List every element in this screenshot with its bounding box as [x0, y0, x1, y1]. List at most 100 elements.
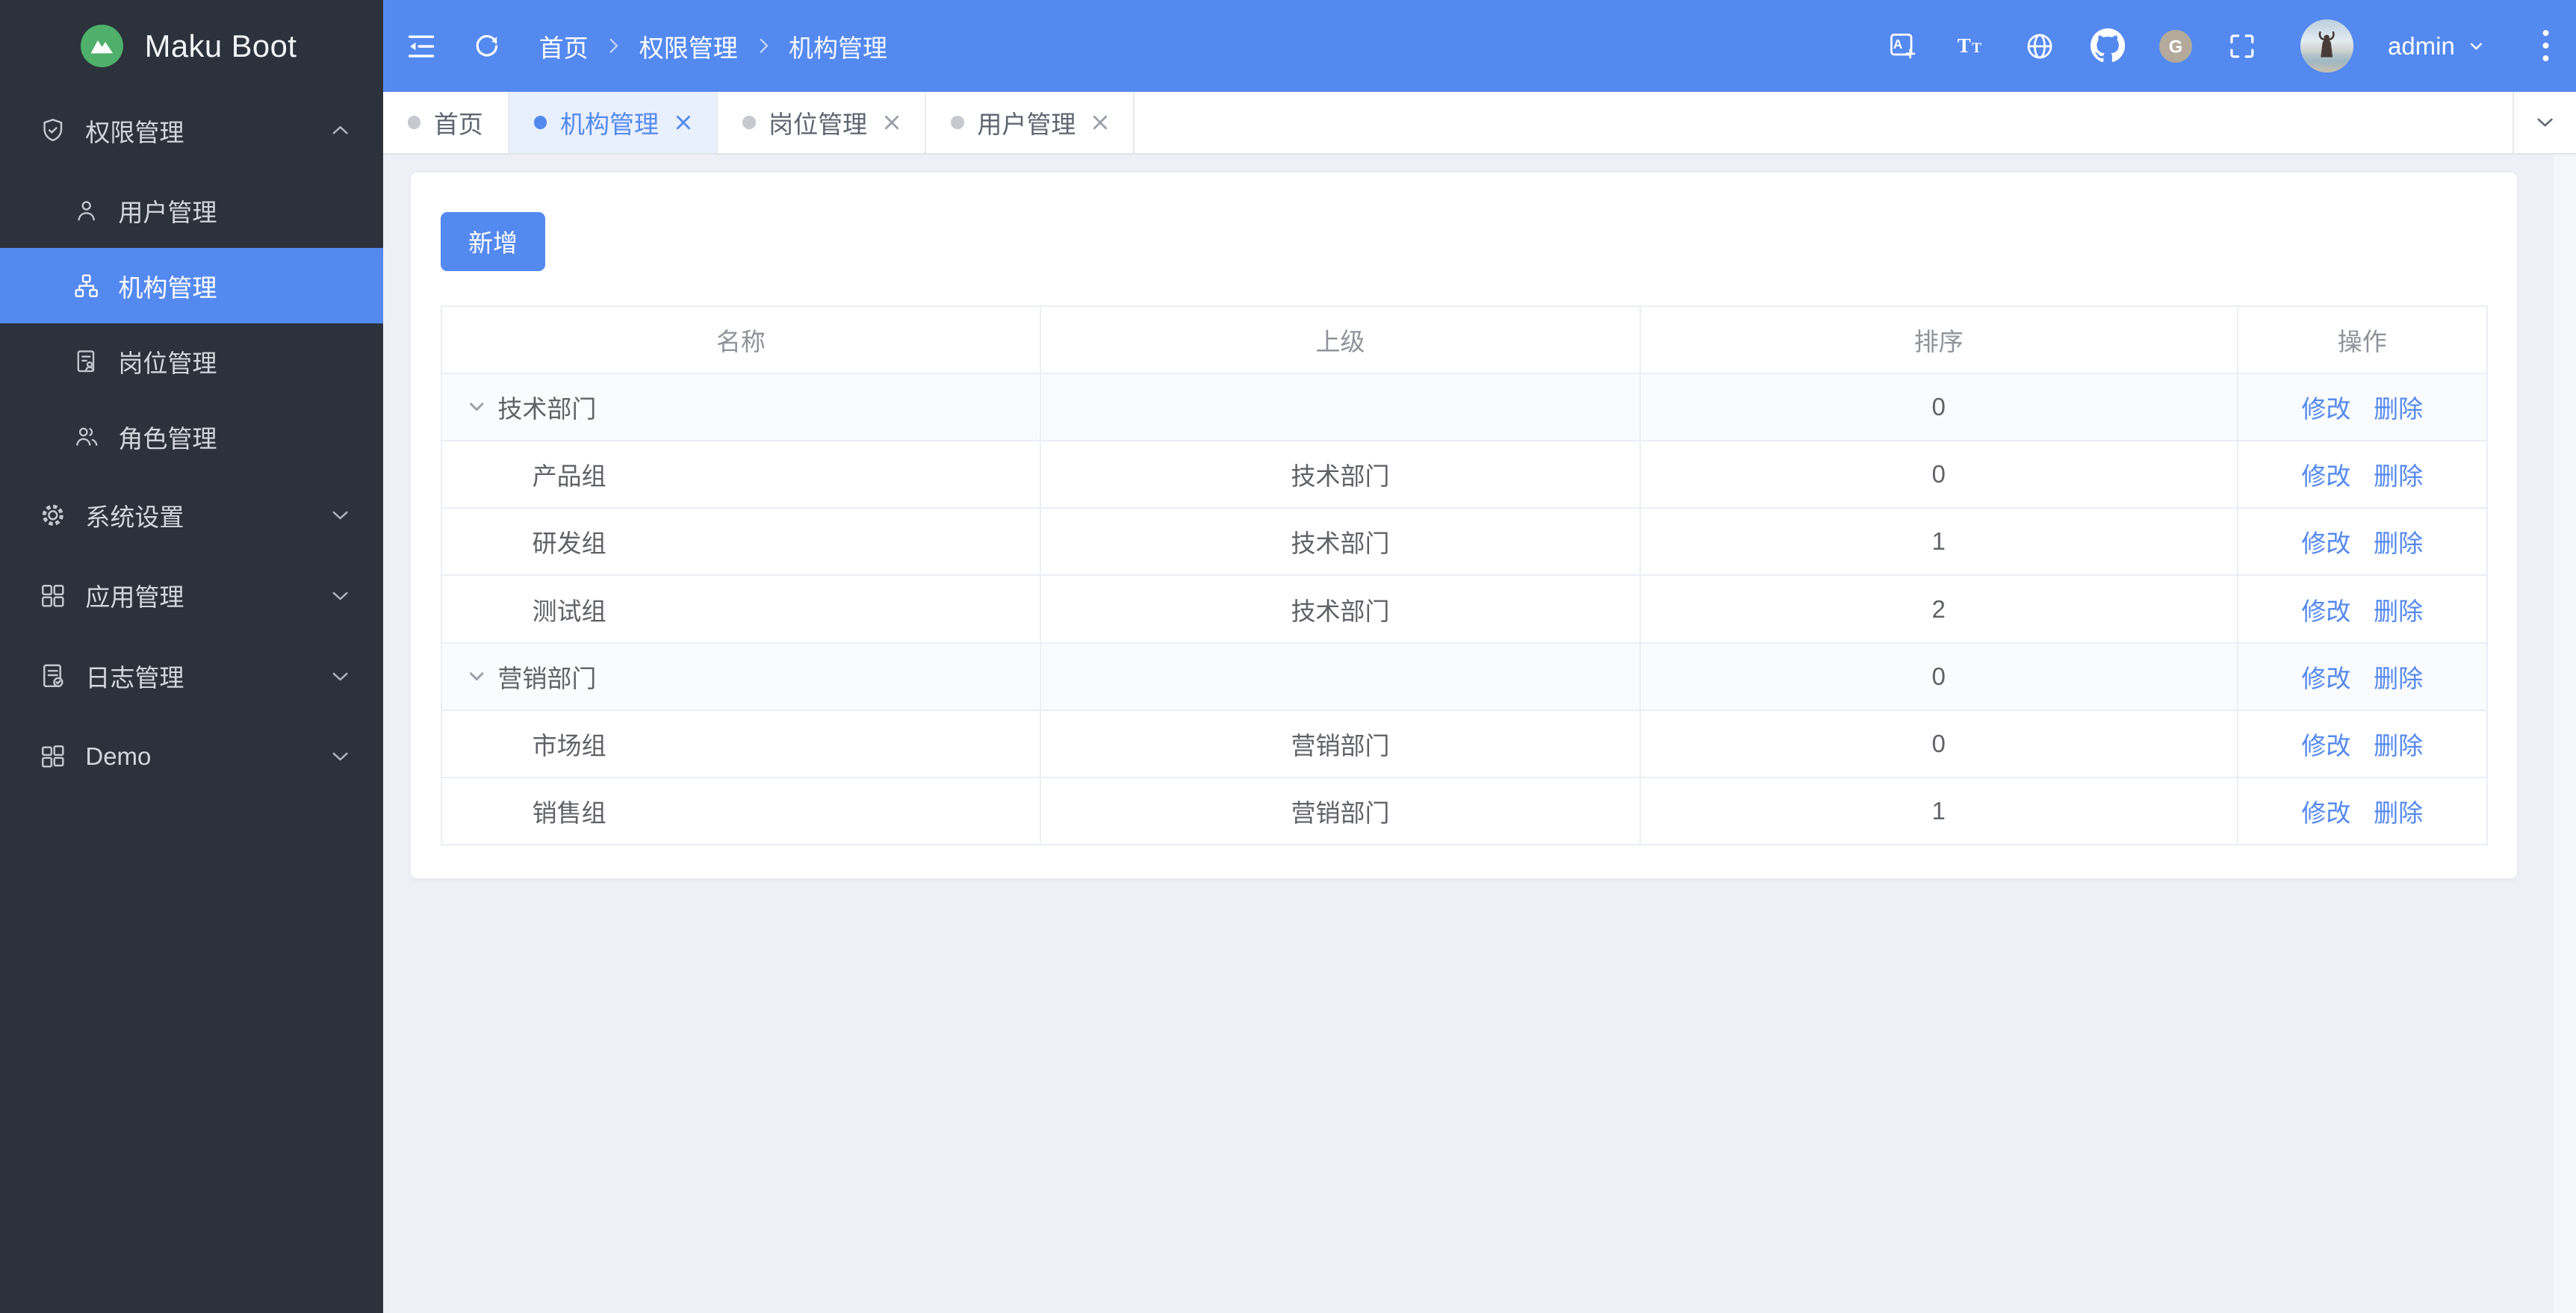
org-name: 技术部门 — [497, 395, 597, 423]
expand-caret-icon[interactable] — [467, 667, 486, 686]
app-window: Maku Boot 权限管理 用户管理 机构管理 岗位管理 角色管理 系统设置 … — [0, 0, 2576, 1313]
translate-icon[interactable]: A — [1887, 30, 1919, 63]
close-icon[interactable] — [1092, 114, 1108, 131]
chevron-up-icon — [327, 117, 353, 143]
sidebar-group-label: 权限管理 — [85, 118, 184, 146]
chevron-down-icon — [327, 583, 353, 609]
sidebar-item-label: 机构管理 — [118, 273, 217, 302]
tab-dot — [742, 116, 756, 129]
delete-link[interactable]: 删除 — [2374, 597, 2423, 625]
tab-post-management[interactable]: 岗位管理 — [718, 92, 927, 153]
github-icon[interactable] — [2090, 28, 2126, 63]
sidebar-item-org-management[interactable]: 机构管理 — [0, 248, 383, 324]
column-header-name: 名称 — [440, 305, 1042, 374]
gear-icon — [38, 500, 68, 530]
tab-label: 首页 — [433, 110, 483, 138]
table-row: 研发组 技术部门 1 修改 删除 — [440, 507, 2488, 577]
content-area: 新增 名称 上级 排序 操作 技术部门 0 修改 删除 产品组 技术部门 0 修… — [382, 154, 2576, 1313]
breadcrumb: 首页 权限管理 机构管理 — [539, 28, 887, 64]
edit-link[interactable]: 修改 — [2301, 395, 2350, 423]
org-parent: 技术部门 — [1040, 574, 1641, 644]
chevron-down-icon — [2470, 43, 2483, 50]
add-button[interactable]: 新增 — [440, 211, 546, 271]
expand-caret-icon[interactable] — [467, 397, 486, 417]
edit-link[interactable]: 修改 — [2301, 665, 2350, 692]
org-name: 研发组 — [532, 530, 606, 558]
fullscreen-icon[interactable] — [2226, 31, 2258, 62]
scrollbar-track[interactable] — [2553, 154, 2576, 1313]
sidebar-group-app-management[interactable]: 应用管理 — [0, 556, 383, 636]
sidebar-group-label: Demo — [85, 742, 152, 770]
org-name: 测试组 — [532, 597, 606, 625]
sidebar-item-post-management[interactable]: 岗位管理 — [0, 323, 383, 399]
delete-link[interactable]: 删除 — [2374, 799, 2423, 827]
sidebar-group-system-settings[interactable]: 系统设置 — [0, 475, 383, 556]
breadcrumb-home[interactable]: 首页 — [539, 28, 589, 64]
top-header: 首页 权限管理 机构管理 A TT G admin — [382, 0, 2576, 93]
app-title: Maku Boot — [144, 28, 297, 63]
log-file-icon — [38, 661, 68, 691]
sidebar-item-user-management[interactable]: 用户管理 — [0, 173, 383, 248]
svg-text:T: T — [1972, 40, 1981, 56]
svg-text:G: G — [2169, 37, 2183, 57]
demo-grid-icon — [38, 742, 68, 772]
app-logo[interactable]: Maku Boot — [0, 0, 383, 92]
delete-link[interactable]: 删除 — [2374, 395, 2423, 423]
svg-text:A: A — [1893, 37, 1903, 52]
user-icon — [72, 196, 100, 224]
sidebar-item-role-management[interactable]: 角色管理 — [0, 400, 383, 475]
apps-grid-icon — [38, 581, 68, 611]
font-size-icon[interactable]: TT — [1954, 28, 1988, 63]
gitee-icon[interactable]: G — [2159, 29, 2193, 63]
edit-link[interactable]: 修改 — [2301, 597, 2350, 625]
sidebar: Maku Boot 权限管理 用户管理 机构管理 岗位管理 角色管理 系统设置 … — [0, 0, 383, 1313]
globe-icon[interactable] — [2023, 30, 2056, 63]
tab-org-management[interactable]: 机构管理 — [509, 92, 718, 153]
breadcrumb-current: 机构管理 — [788, 34, 887, 62]
user-menu[interactable]: admin — [2388, 32, 2488, 60]
tab-bar: 首页 机构管理 岗位管理 用户管理 — [382, 92, 2576, 155]
tab-user-management[interactable]: 用户管理 — [926, 92, 1135, 153]
breadcrumb-permission[interactable]: 权限管理 — [639, 28, 738, 64]
tabs-dropdown-button[interactable] — [2512, 92, 2576, 153]
org-management-card: 新增 名称 上级 排序 操作 技术部门 0 修改 删除 产品组 技术部门 0 修… — [410, 172, 2518, 879]
refresh-icon[interactable] — [471, 31, 503, 62]
post-card-icon — [72, 347, 100, 375]
delete-link[interactable]: 删除 — [2374, 462, 2423, 490]
sidebar-menu: 权限管理 用户管理 机构管理 岗位管理 角色管理 系统设置 应用管理 日志管理 … — [0, 92, 383, 1313]
org-table: 名称 上级 排序 操作 技术部门 0 修改 删除 产品组 技术部门 0 修改 删… — [440, 305, 2488, 846]
org-parent: 营销部门 — [1040, 709, 1641, 779]
column-header-sort: 排序 — [1639, 305, 2238, 374]
tab-dot — [533, 116, 547, 129]
org-sort: 1 — [1639, 507, 2238, 577]
tab-home[interactable]: 首页 — [383, 92, 509, 153]
column-header-actions: 操作 — [2236, 305, 2488, 374]
org-sort: 1 — [1639, 777, 2238, 846]
edit-link[interactable]: 修改 — [2301, 732, 2350, 760]
sidebar-group-log-management[interactable]: 日志管理 — [0, 636, 383, 716]
table-row: 销售组 营销部门 1 修改 删除 — [440, 777, 2488, 846]
user-avatar[interactable] — [2300, 19, 2353, 72]
sidebar-group-permission[interactable]: 权限管理 — [0, 92, 383, 169]
table-row: 市场组 营销部门 0 修改 删除 — [440, 709, 2488, 779]
delete-link[interactable]: 删除 — [2374, 530, 2423, 557]
org-sort: 0 — [1639, 372, 2238, 442]
edit-link[interactable]: 修改 — [2301, 462, 2350, 490]
kebab-menu-icon[interactable] — [2532, 28, 2560, 63]
sidebar-group-demo[interactable]: Demo — [0, 716, 383, 797]
close-icon[interactable] — [675, 114, 692, 131]
delete-link[interactable]: 删除 — [2374, 732, 2423, 760]
chevron-down-icon — [327, 663, 353, 689]
menu-fold-icon[interactable] — [404, 29, 438, 63]
org-parent — [1040, 642, 1641, 711]
delete-link[interactable]: 删除 — [2374, 665, 2423, 692]
edit-link[interactable]: 修改 — [2301, 799, 2350, 827]
tab-dot — [407, 116, 421, 129]
user-name: admin — [2387, 31, 2455, 60]
org-name: 销售组 — [532, 799, 606, 828]
org-name: 营销部门 — [497, 664, 597, 692]
edit-link[interactable]: 修改 — [2301, 530, 2350, 557]
chevron-down-icon — [327, 502, 353, 528]
org-parent: 技术部门 — [1040, 440, 1641, 509]
close-icon[interactable] — [884, 114, 900, 131]
